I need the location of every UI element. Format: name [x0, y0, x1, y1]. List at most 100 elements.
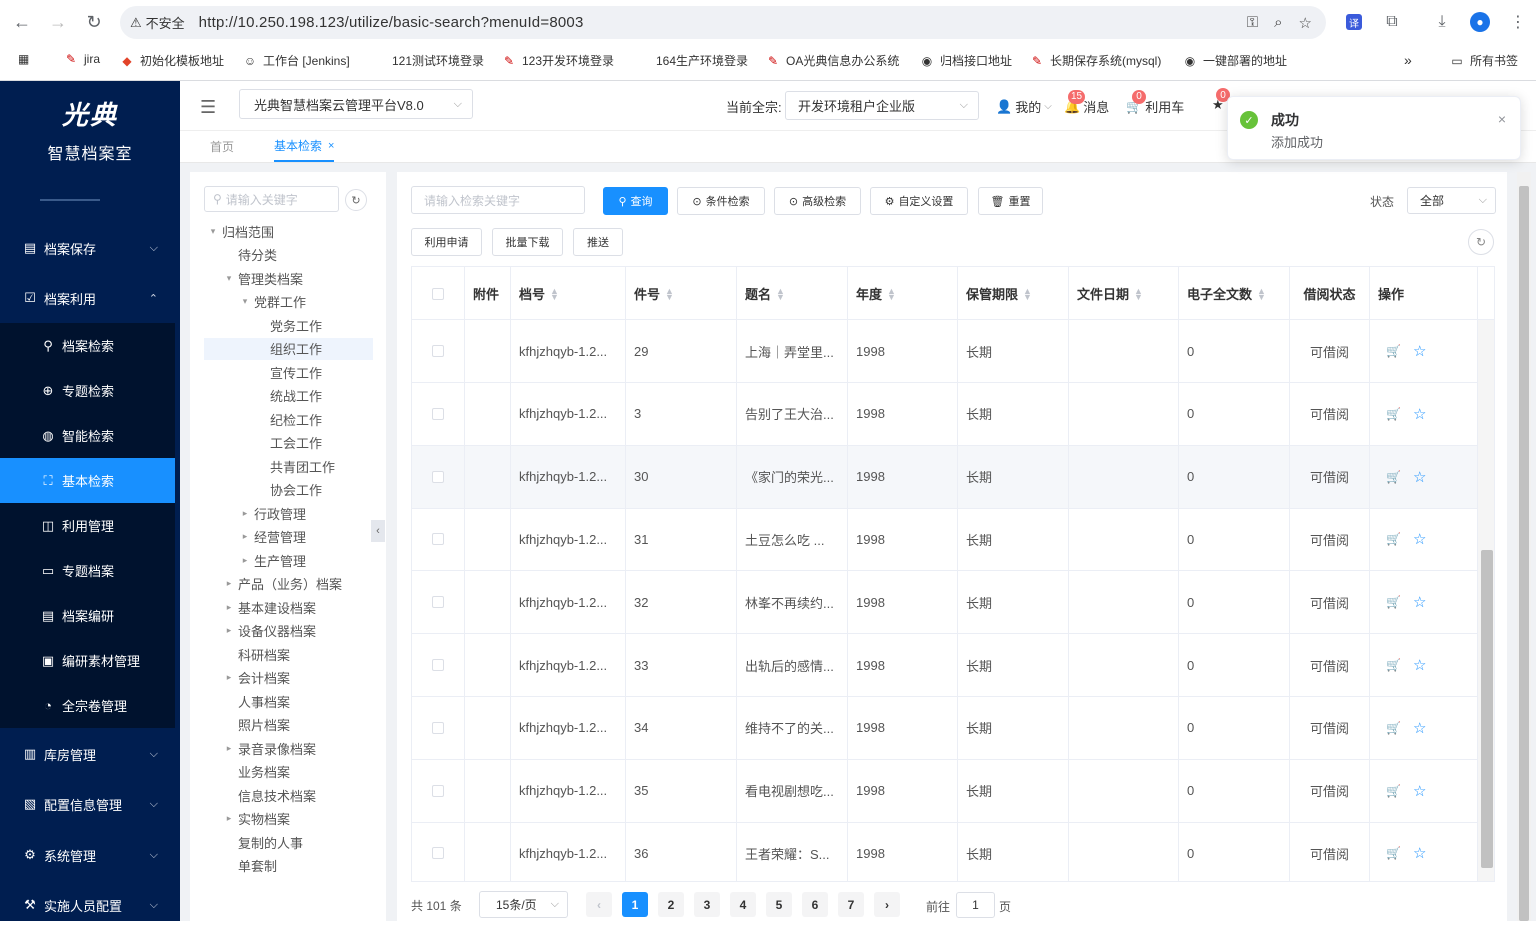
caret-icon[interactable]: ▸ — [222, 578, 236, 589]
collapse-tree-button[interactable]: ‹ — [371, 520, 385, 542]
bookmark-jenkins[interactable]: ☺ 工作台 [Jenkins] — [243, 52, 350, 69]
submenu-fonds-management[interactable]: ◔ 全宗卷管理 — [0, 683, 175, 728]
page-number-button[interactable]: 6 — [802, 892, 828, 917]
tree-node[interactable]: ▸ 会计档案 — [222, 667, 290, 689]
header-count[interactable]: 电子全文数 ▲ ▼ — [1179, 267, 1290, 320]
advanced-search-button[interactable]: ⊙ 高级检索 — [774, 187, 861, 215]
caret-icon[interactable]: ▸ — [222, 743, 236, 754]
caret-icon[interactable]: ▸ — [238, 531, 252, 542]
favorite-star-icon[interactable]: ☆ — [1413, 530, 1426, 548]
star-icon[interactable]: ☆ — [1299, 14, 1312, 32]
header-period[interactable]: 保管期限 ▲ ▼ — [958, 267, 1069, 320]
tree-node[interactable]: ▸ 产品（业务）档案 — [222, 573, 342, 595]
submenu-smart-search[interactable]: ◍ 智能检索 — [0, 413, 175, 458]
caret-icon[interactable]: ▾ — [238, 296, 252, 307]
add-to-cart-icon[interactable]: 🛒 — [1386, 407, 1401, 421]
sort-icon[interactable]: ▲ ▼ — [665, 286, 674, 301]
tree-node[interactable]: ▸ 设备仪器档案 — [222, 620, 316, 642]
row-checkbox[interactable] — [432, 407, 444, 420]
back-icon[interactable]: ← — [4, 4, 40, 40]
favorite-star-icon[interactable]: ☆ — [1413, 342, 1426, 360]
table-row[interactable]: kfhjzhqyb-1.2... 30 《家门的荣光... 1998 长期 0 可借阅 🛒 ☆ — [412, 445, 1478, 509]
menu-warehouse[interactable]: ▥ 库房管理 ⌵ — [0, 729, 180, 779]
page-number-button[interactable]: 4 — [730, 892, 756, 917]
tree-node[interactable]: ▸ 录音录像档案 — [222, 737, 316, 759]
caret-icon[interactable]: ▸ — [238, 508, 252, 519]
bookmarks-more[interactable]: » — [1404, 52, 1412, 68]
close-icon[interactable]: × — [1498, 111, 1506, 127]
favorite-star-icon[interactable]: ☆ — [1413, 719, 1426, 737]
all-bookmarks[interactable]: ▭ 所有书签 — [1450, 52, 1518, 69]
submenu-material-management[interactable]: ▣ 编研素材管理 — [0, 638, 175, 683]
bookmark-123[interactable]: ✎ 123开发环境登录 — [502, 52, 614, 69]
tree-node[interactable]: ▸ 实物档案 — [222, 808, 290, 830]
menu-config-info[interactable]: ▧ 配置信息管理 ⌵ — [0, 779, 180, 829]
favorite-star-icon[interactable]: ☆ — [1413, 782, 1426, 800]
tree-node[interactable]: 党务工作 — [254, 314, 322, 336]
zoom-icon[interactable]: ⌕ — [1274, 14, 1282, 31]
row-checkbox[interactable] — [432, 345, 444, 357]
sort-icon[interactable]: ▲ ▼ — [776, 286, 785, 301]
header-date[interactable]: 文件日期 ▲ ▼ — [1069, 267, 1179, 320]
reset-button[interactable]: 🗑 重置 — [978, 187, 1043, 215]
header-num[interactable]: 件号 ▲ ▼ — [626, 267, 737, 320]
bookmark-mysql[interactable]: ✎ 长期保存系统(mysql) — [1030, 52, 1161, 69]
menu-archive-save[interactable]: ▤ 档案保存 ⌵ — [0, 223, 180, 273]
add-to-cart-icon[interactable]: 🛒 — [1386, 721, 1401, 735]
mine-menu[interactable]: 👤 我的 ⌵ — [996, 97, 1052, 116]
caret-icon[interactable]: ▸ — [222, 625, 236, 636]
bookmark-archive-api[interactable]: ◉ 归档接口地址 — [920, 52, 1012, 69]
favorite-star-icon[interactable]: ☆ — [1413, 468, 1426, 486]
query-button[interactable]: ⚲ 查询 — [603, 187, 668, 215]
page-number-button[interactable]: 5 — [766, 892, 792, 917]
prev-page-button[interactable]: ‹ — [586, 892, 612, 917]
favorites-button[interactable]: ★ 0 — [1212, 88, 1230, 113]
next-page-button[interactable]: › — [874, 892, 900, 917]
table-row[interactable]: kfhjzhqyb-1.2... 3 告别了王大治... 1998 长期 0 可借阅 🛒 ☆ — [412, 382, 1478, 446]
sort-icon[interactable]: ▲ ▼ — [550, 286, 559, 301]
sort-icon[interactable]: ▲ ▼ — [1257, 286, 1266, 301]
tree-node[interactable]: 工会工作 — [254, 432, 322, 454]
submenu-archive-search[interactable]: ⚲ 档案检索 — [0, 323, 175, 368]
add-to-cart-icon[interactable]: 🛒 — [1386, 595, 1401, 609]
reload-icon[interactable]: ↻ — [76, 4, 112, 40]
security-indicator[interactable]: ⚠ 不安全 — [130, 13, 185, 32]
tree-node[interactable]: ▸ 经营管理 — [238, 526, 306, 548]
table-refresh-button[interactable]: ↻ — [1468, 229, 1494, 255]
row-checkbox[interactable] — [432, 721, 444, 734]
tree-node[interactable]: 信息技术档案 — [222, 784, 316, 806]
table-row[interactable]: kfhjzhqyb-1.2... 33 出轨后的感情... 1998 长期 0 可借阅 🛒 ☆ — [412, 634, 1478, 697]
tree-node[interactable]: 宣传工作 — [254, 361, 322, 383]
add-to-cart-icon[interactable]: 🛒 — [1386, 344, 1401, 358]
caret-icon[interactable]: ▸ — [222, 602, 236, 613]
table-row[interactable]: kfhjzhqyb-1.2... 29 上海｜弄堂里... 1998 长期 0 可借阅 🛒 ☆ — [412, 320, 1478, 383]
sort-icon[interactable]: ▲ ▼ — [1023, 286, 1032, 301]
table-row[interactable]: kfhjzhqyb-1.2... 36 王者荣耀：S... 1998 长期 0 可借阅 🛒 ☆ — [412, 822, 1478, 881]
tenant-select[interactable]: 开发环境租户企业版 ⌵ — [785, 91, 979, 120]
row-checkbox[interactable] — [432, 596, 444, 609]
sort-icon[interactable]: ▲ ▼ — [887, 286, 896, 301]
caret-icon[interactable]: ▾ — [206, 226, 220, 237]
condition-search-button[interactable]: ⊙ 条件检索 — [677, 187, 765, 215]
row-checkbox[interactable] — [432, 847, 444, 860]
download-icon[interactable]: ⤓ — [1428, 8, 1456, 36]
table-row[interactable]: kfhjzhqyb-1.2... 34 维持不了的关... 1998 长期 0 可借阅 🛒 ☆ — [412, 696, 1478, 760]
favorite-star-icon[interactable]: ☆ — [1413, 405, 1426, 423]
page-size-select[interactable]: 15条/页 ⌵ — [479, 891, 568, 918]
forward-icon[interactable]: → — [40, 4, 76, 40]
tree-node[interactable]: ▸ 基本建设档案 — [222, 596, 316, 618]
bookmark-121[interactable]: 121测试环境登录 — [392, 52, 484, 69]
header-year[interactable]: 年度 ▲ ▼ — [848, 267, 958, 320]
favorite-star-icon[interactable]: ☆ — [1413, 656, 1426, 674]
tree-node[interactable]: 统战工作 — [254, 385, 322, 407]
tab-home[interactable]: 首页 — [210, 131, 234, 162]
submenu-archive-compile[interactable]: ▤ 档案编研 — [0, 593, 175, 638]
tree-node[interactable]: 待分类 — [222, 244, 277, 266]
tree-node[interactable]: 单套制 — [222, 855, 277, 877]
custom-settings-button[interactable]: ⚙ 自定义设置 — [870, 187, 968, 215]
hamburger-icon[interactable]: ☰ — [200, 97, 216, 118]
sort-icon[interactable]: ▲ ▼ — [1134, 286, 1143, 301]
table-row[interactable]: kfhjzhqyb-1.2... 35 看电视剧想吃... 1998 长期 0 可借阅 🛒 ☆ — [412, 759, 1478, 823]
status-select[interactable]: 全部 ⌵ — [1407, 187, 1496, 214]
caret-icon[interactable]: ▸ — [222, 813, 236, 824]
